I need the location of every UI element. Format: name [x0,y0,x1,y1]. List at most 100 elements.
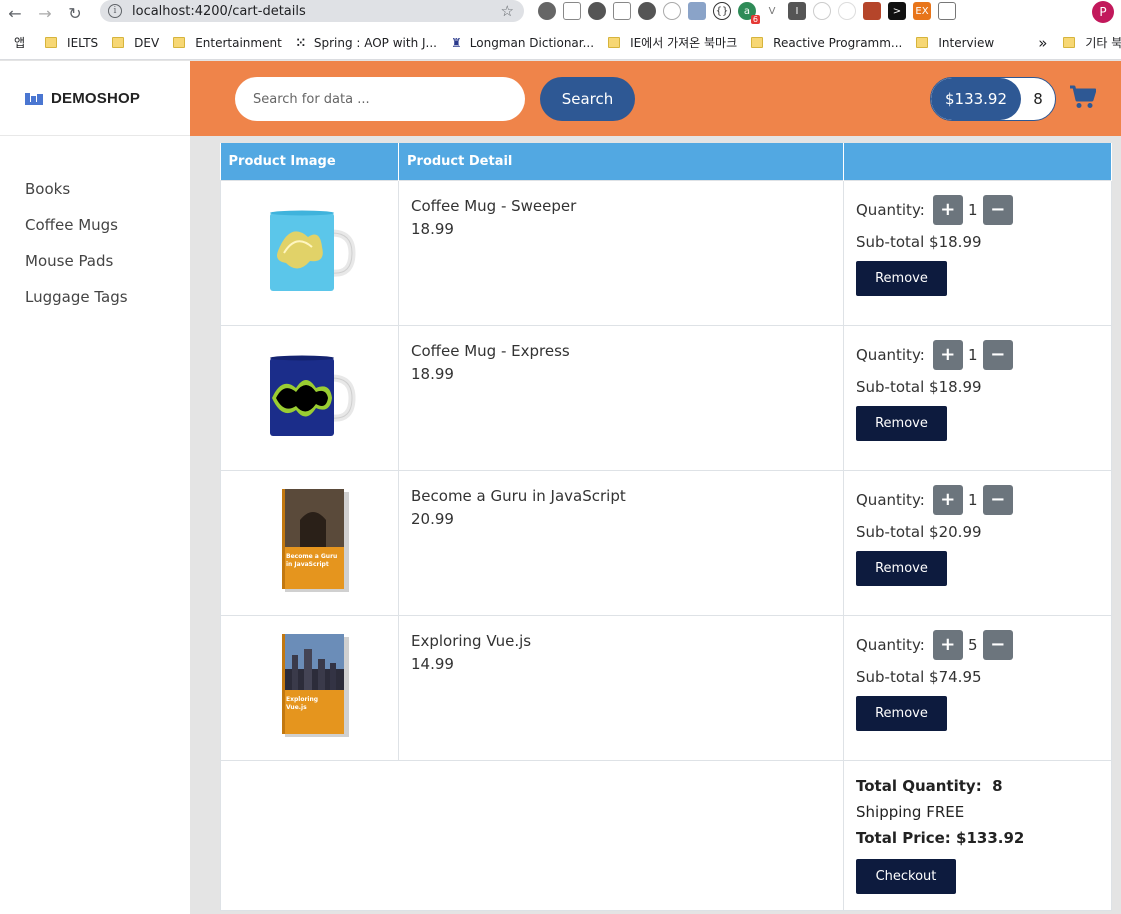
extension-icon[interactable] [813,2,831,20]
increment-quantity-button[interactable]: + [932,484,963,515]
subtotal-value: $20.99 [929,522,982,541]
extension-icon[interactable] [538,2,556,20]
remove-button[interactable]: Remove [856,695,947,731]
increment-quantity-button[interactable]: + [932,194,963,225]
subtotal-value: $74.95 [929,667,982,686]
address-url: localhost:4200/cart-details [132,3,306,19]
subtotal: Sub-total $18.99 [856,378,1099,398]
folder-icon [916,37,929,48]
extension-icon[interactable]: I [788,2,806,20]
category-luggage-tags[interactable]: Luggage Tags [0,287,190,323]
dots-icon: ⁙ [295,35,306,50]
bookmark-ielts[interactable]: IELTS [45,36,98,50]
ublock-icon[interactable] [638,2,656,20]
bookmark-other[interactable]: 기타 북마크 [1063,34,1121,51]
cart-total-quantity: 8 [1033,90,1043,108]
longman-icon: ♜ [451,35,462,50]
bookmark-dev[interactable]: DEV [112,36,159,50]
product-actions-cell: Quantity: + 5 − Sub-total $74.95 Remove [843,614,1112,761]
back-icon[interactable]: ← [0,0,30,26]
checkout-button[interactable]: Checkout [856,858,956,894]
folder-icon [1063,37,1076,48]
folder-icon [112,37,125,48]
bookmark-star-icon[interactable]: ☆ [501,2,514,20]
product-name: Coffee Mug - Sweeper [411,196,577,215]
summary-row: Total Quantity: 8 Shipping FREE Total Pr… [220,759,1112,911]
terminal-icon[interactable]: > [888,2,906,20]
extension-icon[interactable] [938,2,956,20]
product-price: 18.99 [411,364,454,383]
bookmark-apps[interactable]: 앱 [14,34,25,51]
product-price: 20.99 [411,509,454,528]
product-image-book-vuejs: Exploring Vue.js [281,633,349,737]
decrement-quantity-button[interactable]: − [982,629,1013,660]
search-input[interactable] [235,77,525,121]
product-image-mug-sweeper [269,210,356,291]
extension-icons: {} a6 V I > EX [538,2,956,24]
vue-devtools-icon[interactable]: V [763,2,781,20]
forward-icon[interactable]: → [30,0,60,26]
bookmark-ie-imported[interactable]: IE에서 가져온 북마크 [608,34,737,51]
brand-logo[interactable]: DEMOSHOP [0,61,190,136]
reload-icon[interactable]: ↻ [60,0,90,26]
product-name: Become a Guru in JavaScript [411,486,626,505]
remove-button[interactable]: Remove [856,260,947,296]
pocket-icon[interactable] [613,2,631,20]
quantity-label: Quantity: [856,200,925,219]
decrement-quantity-button[interactable]: − [982,339,1013,370]
sidebar: DEMOSHOP Books Coffee Mugs Mouse Pads Lu… [0,61,190,914]
quantity-label: Quantity: [856,345,925,364]
product-actions-cell: Quantity: + 1 − Sub-total $18.99 Remove [843,324,1112,471]
table-row: Coffee Mug - Sweeper 18.99 Quantity: + 1… [220,179,1112,326]
summary-spacer [220,759,844,911]
bookmark-entertainment[interactable]: Entertainment [173,36,282,50]
cart-summary: Total Quantity: 8 Shipping FREE Total Pr… [843,759,1112,911]
profile-avatar[interactable]: P [1092,1,1114,23]
total-quantity-label: Total Quantity: [856,776,982,795]
search-button[interactable]: Search [540,77,635,121]
column-header-image: Product Image [220,143,399,180]
remove-button[interactable]: Remove [856,405,947,441]
address-bar[interactable]: i localhost:4200/cart-details ☆ [100,0,524,22]
product-price: 14.99 [411,654,454,673]
product-detail-cell: Coffee Mug - Sweeper 18.99 [398,179,844,326]
svg-text:Exploring: Exploring [286,696,318,703]
info-icon[interactable]: i [108,4,122,18]
total-price-value: $133.92 [956,828,1025,847]
cart-status[interactable]: $133.92 8 [930,77,1056,121]
code-icon[interactable]: {} [713,2,731,20]
decrement-quantity-button[interactable]: − [982,484,1013,515]
bookmark-interview[interactable]: Interview [916,36,994,50]
extension-icon[interactable]: EX [913,2,931,20]
extension-icon[interactable] [588,2,606,20]
category-books[interactable]: Books [0,179,190,215]
download-icon[interactable] [688,2,706,20]
bookmarks-overflow[interactable]: » [1038,34,1047,52]
bookmarks-bar: 앱 IELTS DEV Entertainment ⁙ Spring : AOP … [0,26,1121,60]
bookmark-reactive[interactable]: Reactive Programm... [751,36,902,50]
svg-text:in JavaScript: in JavaScript [286,561,329,568]
category-menu: Books Coffee Mugs Mouse Pads Luggage Tag… [0,136,190,323]
increment-quantity-button[interactable]: + [932,339,963,370]
quantity-label: Quantity: [856,635,925,654]
product-image-cell: Exploring Vue.js [220,614,399,761]
subtotal-label: Sub-total [856,232,925,251]
product-detail-cell: Coffee Mug - Express 18.99 [398,324,844,471]
globe-icon[interactable] [663,2,681,20]
remove-button[interactable]: Remove [856,550,947,586]
bookmark-longman[interactable]: ♜ Longman Dictionar... [451,36,594,50]
react-devtools-icon[interactable] [838,2,856,20]
bookmark-spring-aop[interactable]: ⁙ Spring : AOP with J... [296,36,437,50]
category-mouse-pads[interactable]: Mouse Pads [0,251,190,287]
decrement-quantity-button[interactable]: − [982,194,1013,225]
subtotal: Sub-total $20.99 [856,523,1099,543]
quantity-value: 5 [968,635,978,654]
extension-icon[interactable] [863,2,881,20]
increment-quantity-button[interactable]: + [932,629,963,660]
extension-icon[interactable] [563,2,581,20]
category-coffee-mugs[interactable]: Coffee Mugs [0,215,190,251]
product-image-mug-express [269,355,356,436]
extension-badge-icon[interactable]: a6 [738,2,760,24]
quantity-value: 1 [968,200,978,219]
shopping-cart-icon[interactable] [1070,85,1096,109]
